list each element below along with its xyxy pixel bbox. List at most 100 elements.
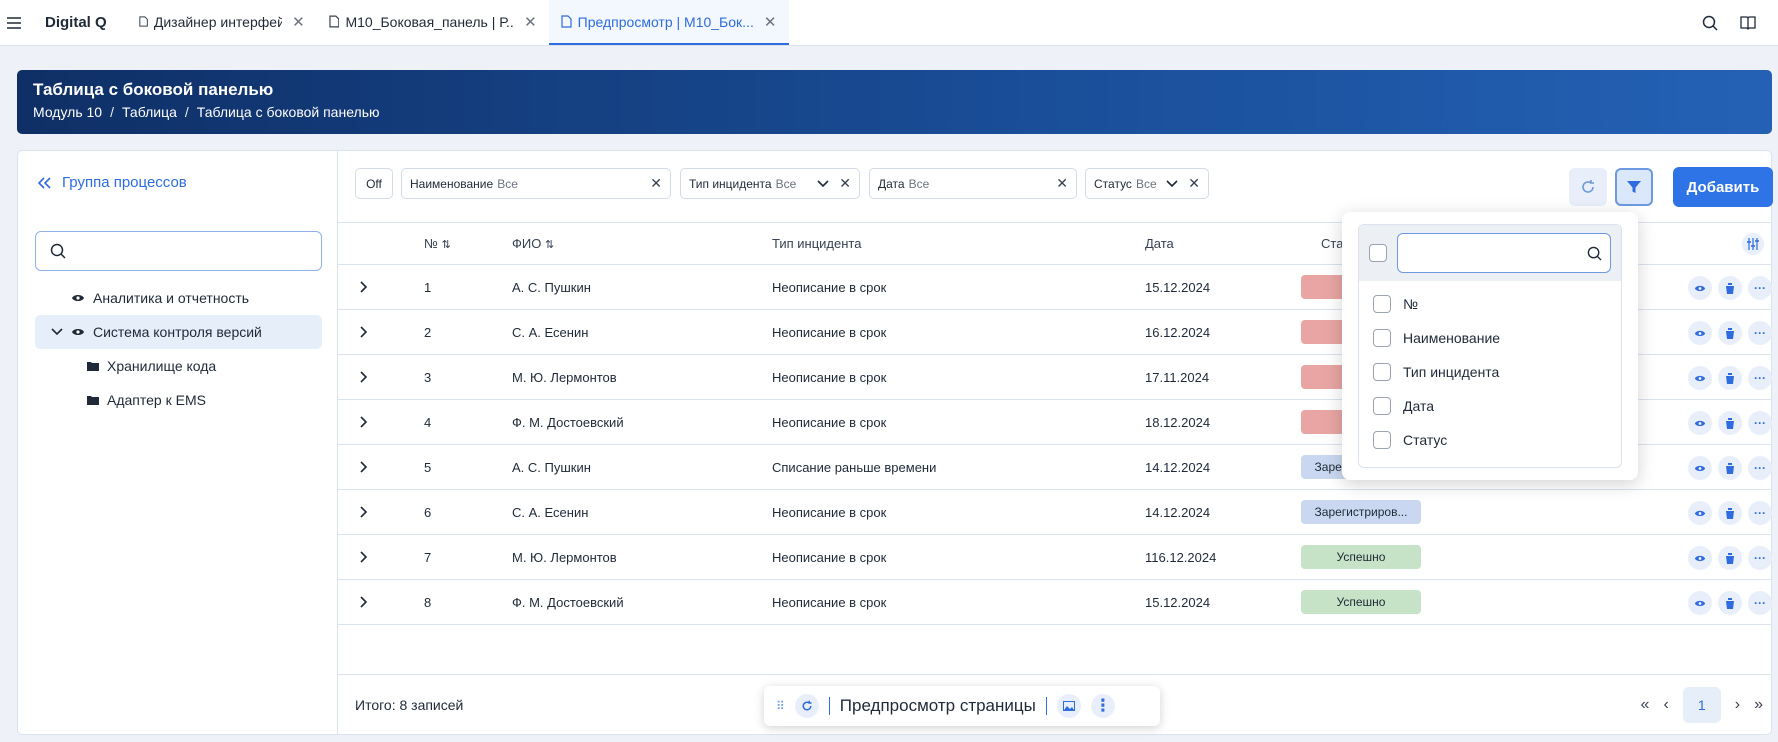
column-header-type[interactable]: Тип инцидента xyxy=(772,236,861,251)
delete-icon[interactable] xyxy=(1718,411,1742,435)
dropdown-option[interactable]: Статус xyxy=(1359,423,1621,457)
more-icon[interactable]: ··· xyxy=(1748,591,1772,615)
sidebar-back-link[interactable]: Группа процессов xyxy=(38,174,187,191)
clear-icon[interactable]: ✕ xyxy=(650,175,662,192)
book-icon[interactable] xyxy=(1740,15,1756,31)
delete-icon[interactable] xyxy=(1718,501,1742,525)
dropdown-option[interactable]: Тип инцидента xyxy=(1359,355,1621,389)
hamburger-menu-icon[interactable] xyxy=(0,0,28,46)
top-bar: Digital Q Дизайнер интерфейсов ✕ М10_Бок… xyxy=(0,0,1778,46)
column-header-fio[interactable]: ФИО ⇅ xyxy=(512,236,554,251)
chevron-right-icon[interactable] xyxy=(360,326,368,338)
dropdown-search-input[interactable] xyxy=(1397,233,1611,273)
breadcrumb-item[interactable]: Модуль 10 xyxy=(33,104,102,120)
more-options-button[interactable]: ⋮ xyxy=(1090,694,1115,718)
column-settings-button[interactable] xyxy=(1742,233,1764,255)
chevron-right-icon[interactable] xyxy=(360,416,368,428)
cell-number: 1 xyxy=(424,280,432,295)
view-icon[interactable] xyxy=(1688,501,1712,525)
column-header-number[interactable]: № ⇅ xyxy=(424,236,451,251)
clear-icon[interactable]: ✕ xyxy=(1056,175,1068,192)
last-page-icon[interactable]: » xyxy=(1754,696,1763,714)
delete-icon[interactable] xyxy=(1718,591,1742,615)
more-icon[interactable]: ··· xyxy=(1748,501,1772,525)
more-icon[interactable]: ··· xyxy=(1748,456,1772,480)
more-icon[interactable]: ··· xyxy=(1748,411,1772,435)
filter-date[interactable]: Дата Все ✕ xyxy=(869,168,1077,199)
option-checkbox[interactable] xyxy=(1373,397,1391,415)
clear-icon[interactable]: ✕ xyxy=(1188,175,1200,192)
tree-item-vcs[interactable]: Система контроля версий xyxy=(35,315,322,349)
chevron-right-icon[interactable] xyxy=(360,596,368,608)
page-number[interactable]: 1 xyxy=(1682,687,1721,723)
tree-item-ems-adapter[interactable]: Адаптер к EMS xyxy=(35,383,322,417)
view-icon[interactable] xyxy=(1688,366,1712,390)
delete-icon[interactable] xyxy=(1718,546,1742,570)
sort-icon[interactable]: ⇅ xyxy=(442,239,451,251)
dropdown-option[interactable]: Дата xyxy=(1359,389,1621,423)
table-row[interactable]: 6 С. А. Есенин Неописание в срок 14.12.2024… xyxy=(338,490,1772,535)
chevron-down-icon[interactable] xyxy=(1166,179,1178,188)
refresh-preview-button[interactable] xyxy=(794,694,819,718)
prev-page-icon[interactable]: ‹ xyxy=(1663,696,1668,714)
view-icon[interactable] xyxy=(1688,411,1712,435)
filter-button[interactable] xyxy=(1615,168,1653,206)
view-icon[interactable] xyxy=(1688,546,1712,570)
first-page-icon[interactable]: « xyxy=(1641,696,1650,714)
chevron-right-icon[interactable] xyxy=(360,461,368,473)
filter-off-toggle[interactable]: Off xyxy=(355,168,393,199)
option-checkbox[interactable] xyxy=(1373,295,1391,313)
delete-icon[interactable] xyxy=(1718,366,1742,390)
drag-handle-icon[interactable]: ⠿ xyxy=(776,699,785,713)
select-all-checkbox[interactable] xyxy=(1369,244,1387,262)
breadcrumb-item[interactable]: Таблица xyxy=(122,104,177,120)
search-icon[interactable] xyxy=(1702,15,1718,31)
dropdown-option[interactable]: № xyxy=(1359,287,1621,321)
view-icon[interactable] xyxy=(1688,591,1712,615)
sidebar-search-input[interactable] xyxy=(35,231,322,271)
delete-icon[interactable] xyxy=(1718,276,1742,300)
table-row[interactable]: 7 М. Ю. Лермонтов Неописание в срок 116.12.… xyxy=(338,535,1772,580)
table-row[interactable]: 8 Ф. М. Достоевский Неописание в срок 15.12… xyxy=(338,580,1772,625)
tree-item-code-storage[interactable]: Хранилище кода xyxy=(35,349,322,383)
app-name[interactable]: Digital Q xyxy=(28,0,127,45)
chevron-down-icon[interactable] xyxy=(817,179,829,188)
view-icon[interactable] xyxy=(1688,276,1712,300)
more-icon[interactable]: ··· xyxy=(1748,321,1772,345)
add-button[interactable]: Добавить xyxy=(1673,167,1773,207)
option-checkbox[interactable] xyxy=(1373,363,1391,381)
tab-sidepanel[interactable]: М10_Боковая_панель | Р... ✕ xyxy=(317,0,549,45)
sort-icon[interactable]: ⇅ xyxy=(545,239,554,251)
refresh-button[interactable] xyxy=(1569,168,1607,206)
chevron-right-icon[interactable] xyxy=(360,551,368,563)
chevron-down-icon[interactable] xyxy=(51,328,63,336)
tab-preview[interactable]: Предпросмотр | М10_Бок... ✕ xyxy=(548,0,789,45)
pagination: « ‹ 1 › » xyxy=(1641,687,1763,723)
close-icon[interactable]: ✕ xyxy=(764,13,777,31)
close-icon[interactable]: ✕ xyxy=(524,13,537,31)
option-checkbox[interactable] xyxy=(1373,329,1391,347)
more-icon[interactable]: ··· xyxy=(1748,366,1772,390)
view-icon[interactable] xyxy=(1688,321,1712,345)
next-page-icon[interactable]: › xyxy=(1735,696,1740,714)
filter-incident-type[interactable]: Тип инцидента Все ✕ xyxy=(680,168,860,199)
chevron-right-icon[interactable] xyxy=(360,506,368,518)
delete-icon[interactable] xyxy=(1718,456,1742,480)
delete-icon[interactable] xyxy=(1718,321,1742,345)
tab-interface-designer[interactable]: Дизайнер интерфейсов ✕ xyxy=(127,0,317,45)
column-header-date[interactable]: Дата xyxy=(1145,236,1174,251)
dropdown-option[interactable]: Наименование xyxy=(1359,321,1621,355)
more-icon[interactable]: ··· xyxy=(1748,276,1772,300)
close-icon[interactable]: ✕ xyxy=(292,13,305,31)
chevron-right-icon[interactable] xyxy=(360,371,368,383)
screenshot-button[interactable] xyxy=(1056,694,1081,718)
filter-name[interactable]: Наименование Все ✕ xyxy=(401,168,671,199)
tree-item-analytics[interactable]: Аналитика и отчетность xyxy=(35,281,322,315)
view-icon[interactable] xyxy=(1688,456,1712,480)
option-checkbox[interactable] xyxy=(1373,431,1391,449)
chevron-right-icon[interactable] xyxy=(360,281,368,293)
filter-status[interactable]: Статус Все ✕ xyxy=(1085,168,1209,199)
search-icon xyxy=(1587,246,1602,261)
clear-icon[interactable]: ✕ xyxy=(839,175,851,192)
more-icon[interactable]: ··· xyxy=(1748,546,1772,570)
